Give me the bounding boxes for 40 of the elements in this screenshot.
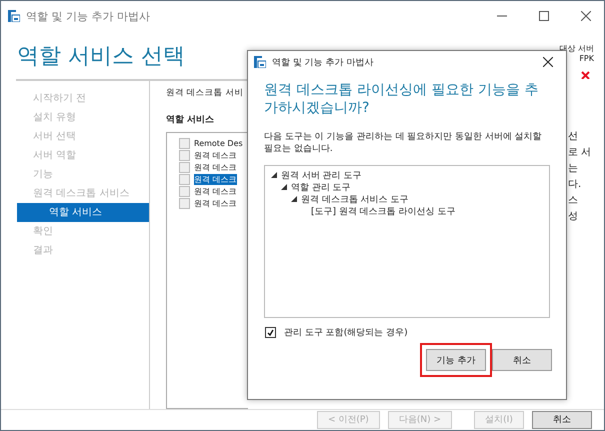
role-service-item[interactable]: 원격 데스크 — [194, 162, 237, 173]
checkbox[interactable] — [179, 174, 190, 185]
description-text: 선 — [568, 130, 579, 143]
role-service-item[interactable]: Remote Des — [194, 138, 243, 148]
checkbox[interactable] — [265, 327, 276, 338]
tree-item[interactable]: [도구] 원격 데스크톱 라이선싱 도구 — [311, 204, 456, 218]
checkbox[interactable] — [179, 186, 190, 197]
role-service-item[interactable]: 원격 데스크 — [194, 198, 237, 209]
target-server-name: FPK — [579, 54, 594, 63]
checkbox[interactable] — [179, 198, 190, 209]
wizard-button[interactable]: 취소 — [532, 410, 592, 429]
server-manager-icon — [254, 56, 266, 68]
nav-item[interactable]: 역할 서비스 — [17, 202, 149, 222]
section-title: 원격 데스크톱 서비 — [166, 86, 244, 99]
window-title: 역할 및 기능 추가 마법사 — [26, 8, 151, 24]
checkbox[interactable] — [179, 150, 190, 161]
dialog-title: 역할 및 기능 추가 마법사 — [272, 56, 374, 68]
checkbox[interactable] — [179, 138, 190, 149]
page-heading: 역할 서비스 선택 — [17, 43, 185, 71]
description-text: 로 서 — [568, 146, 592, 159]
tree-item[interactable]: 원격 서버 관리 도구 — [281, 168, 362, 182]
checkbox[interactable] — [179, 162, 190, 173]
description-text: 성 — [568, 210, 579, 223]
dialog-description: 다음 도구는 이 기능을 관리하는 데 필요하지만 동일한 서버에 설치할 필요는 없습니다. — [264, 131, 543, 155]
tree-item[interactable]: 원격 데스크톱 서비스 도구 — [301, 192, 409, 206]
description-text: 다. — [568, 178, 582, 191]
dialog-button[interactable]: 취소 — [492, 349, 552, 371]
checkbox-label[interactable]: 관리 도구 포함(해당되는 경우) — [284, 326, 408, 339]
role-service-item[interactable]: 원격 데스크 — [194, 186, 237, 197]
dialog-heading: 원격 데스크톱 라이선싱에 필요한 기능을 추가하시겠습니까? — [264, 81, 540, 117]
description-text: 는 — [568, 162, 579, 175]
expand-triangle-icon[interactable] — [291, 196, 297, 202]
list-label: 역할 서비스 — [166, 114, 216, 126]
description-text: 스 — [568, 194, 579, 207]
expand-triangle-icon[interactable] — [281, 184, 287, 190]
role-service-item[interactable]: 원격 데스크 — [194, 150, 237, 161]
role-service-item[interactable]: 원격 데스크 — [194, 174, 237, 185]
server-manager-icon — [8, 10, 20, 22]
expand-triangle-icon[interactable] — [271, 172, 277, 178]
tree-item[interactable]: 역할 관리 도구 — [291, 180, 351, 194]
